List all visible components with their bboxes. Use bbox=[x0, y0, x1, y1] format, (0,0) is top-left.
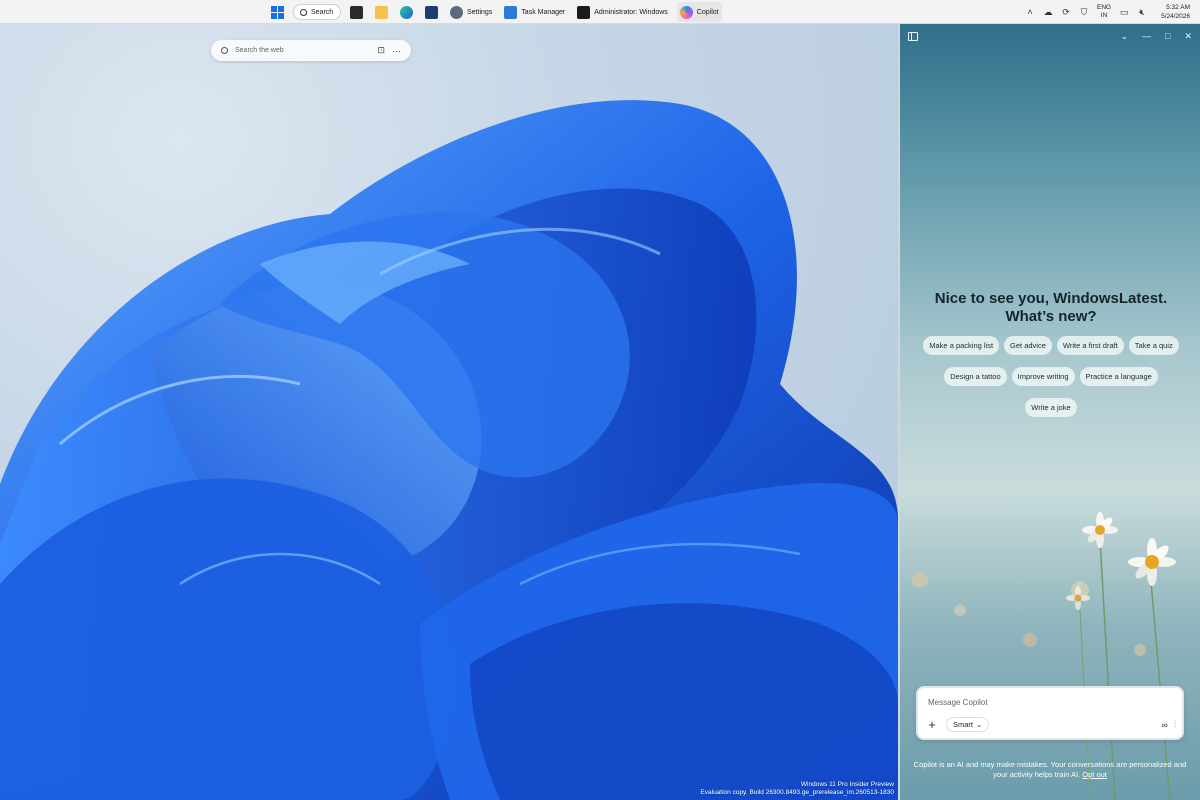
folder-icon bbox=[375, 5, 388, 19]
taskbar-app-settings[interactable]: Settings bbox=[447, 2, 495, 22]
taskbar-app-label: Copilot bbox=[696, 8, 719, 16]
minimize-icon[interactable]: — bbox=[1142, 31, 1151, 41]
gear-icon bbox=[450, 5, 463, 19]
mode-label: Smart bbox=[953, 720, 974, 729]
web-search-box[interactable]: Search the web ⊡ ··· bbox=[211, 40, 411, 61]
web-search-placeholder: Search the web bbox=[235, 47, 284, 54]
edge-icon bbox=[400, 5, 413, 19]
store-button[interactable] bbox=[422, 2, 441, 22]
copilot-icon bbox=[679, 5, 693, 19]
suggestion-chip[interactable]: Improve writing bbox=[1011, 367, 1075, 386]
file-explorer-button[interactable] bbox=[372, 2, 391, 22]
taskbar-app-label: Settings bbox=[467, 8, 493, 16]
chevron-down-icon[interactable]: ⌄ bbox=[1120, 31, 1128, 42]
suggestion-chips: Make a packing list Get advice Write a f… bbox=[910, 336, 1192, 417]
task-view-icon bbox=[350, 5, 363, 19]
taskbar-app-terminal[interactable]: Administrator: Windows bbox=[574, 2, 671, 22]
language-indicator[interactable]: ENG IN bbox=[1097, 4, 1111, 20]
composer-toolbar: + Smart ⌄ ∞ ⫶ bbox=[924, 717, 1176, 732]
more-options-icon[interactable]: ··· bbox=[392, 46, 401, 56]
clock-time: 5:32 AM bbox=[1166, 4, 1190, 11]
region-code: IN bbox=[1100, 12, 1108, 19]
close-icon[interactable]: ✕ bbox=[1184, 31, 1192, 42]
os-watermark: Windows 11 Pro Insider Preview Evaluatio… bbox=[700, 781, 894, 797]
task-manager-icon bbox=[504, 5, 518, 19]
message-composer[interactable]: Message Copilot + Smart ⌄ ∞ ⫶ bbox=[916, 686, 1184, 740]
ai-disclaimer: Copilot is an AI and may make mistakes. … bbox=[912, 760, 1188, 780]
edge-button[interactable] bbox=[397, 2, 416, 22]
suggestion-chip[interactable]: Design a tattoo bbox=[944, 367, 1007, 386]
language-code: ENG bbox=[1096, 4, 1112, 11]
clock[interactable]: 5:32 AM 5/24/2026 bbox=[1161, 3, 1190, 21]
taskbar-search-label: Search bbox=[311, 8, 334, 16]
desktop: Search the web ⊡ ··· Windows 11 Pro Insi… bbox=[0, 24, 898, 800]
volume-muted-icon[interactable]: 🔇︎ bbox=[1137, 7, 1147, 17]
onedrive-icon[interactable]: ☁ bbox=[1043, 7, 1053, 17]
maximize-icon[interactable]: □ bbox=[1165, 31, 1170, 41]
copilot-titlebar: ⌄ — □ ✕ bbox=[900, 24, 1200, 48]
visual-search-icon[interactable]: ⊡ bbox=[377, 45, 385, 56]
taskbar-apps: Search Settings Task Manager Administrat… bbox=[268, 0, 722, 24]
display-icon[interactable]: ▭ bbox=[1119, 7, 1129, 17]
add-icon[interactable]: + bbox=[924, 717, 940, 732]
search-icon bbox=[300, 8, 307, 16]
suggestion-chip[interactable]: Write a joke bbox=[1025, 398, 1077, 417]
watermark-line: Evaluation copy. Build 26300.8493.ge_pre… bbox=[700, 789, 894, 796]
chevron-up-icon[interactable]: ˄ bbox=[1025, 7, 1035, 17]
search-icon bbox=[221, 47, 228, 54]
terminal-icon bbox=[577, 5, 591, 19]
taskbar: Search Settings Task Manager Administrat… bbox=[0, 0, 1200, 24]
taskbar-app-label: Task Manager bbox=[521, 8, 566, 16]
copilot-window: ⌄ — □ ✕ Nice to see you, WindowsLatest. … bbox=[898, 24, 1200, 800]
mode-selector[interactable]: Smart ⌄ bbox=[946, 717, 990, 732]
vision-glasses-icon[interactable]: ∞ bbox=[1161, 720, 1167, 730]
copilot-greeting: Nice to see you, WindowsLatest. What’s n… bbox=[934, 290, 1168, 325]
clock-date: 5/24/2026 bbox=[1161, 13, 1190, 20]
task-view-button[interactable] bbox=[347, 2, 366, 22]
suggestion-chip[interactable]: Write a first draft bbox=[1056, 336, 1124, 355]
sync-icon[interactable]: ⟳ bbox=[1061, 7, 1071, 17]
flowers-background bbox=[912, 512, 1176, 800]
sidebar-toggle-icon[interactable] bbox=[908, 31, 918, 41]
window-controls: ⌄ — □ ✕ bbox=[1120, 31, 1192, 42]
taskbar-search[interactable]: Search bbox=[293, 4, 341, 20]
suggestion-chip[interactable]: Take a quiz bbox=[1128, 336, 1179, 355]
windows-icon bbox=[271, 5, 284, 19]
taskbar-app-task-manager[interactable]: Task Manager bbox=[501, 2, 568, 22]
wallpaper-bloom bbox=[0, 100, 898, 800]
system-tray: ˄ ☁ ⟳ ⛉ ENG IN ▭ 🔇︎ 5:32 AM 5/24/2026 bbox=[1025, 0, 1190, 24]
disclaimer-text: Copilot is an AI and may make mistakes. … bbox=[913, 760, 1187, 779]
watermark-line: Windows 11 Pro Insider Preview bbox=[800, 781, 894, 788]
message-input[interactable]: Message Copilot bbox=[928, 698, 988, 707]
voice-icon[interactable]: ⫶ bbox=[1174, 719, 1176, 730]
security-icon[interactable]: ⛉ bbox=[1079, 7, 1089, 17]
taskbar-app-label: Administrator: Windows bbox=[594, 8, 668, 16]
store-icon bbox=[425, 5, 438, 19]
suggestion-chip[interactable]: Make a packing list bbox=[923, 336, 1000, 355]
start-button[interactable] bbox=[268, 2, 287, 22]
chevron-down-icon: ⌄ bbox=[976, 720, 983, 729]
suggestion-chip[interactable]: Get advice bbox=[1004, 336, 1052, 355]
opt-out-link[interactable]: Opt out bbox=[1082, 770, 1107, 779]
suggestion-chip[interactable]: Practice a language bbox=[1079, 367, 1158, 386]
taskbar-app-copilot[interactable]: Copilot bbox=[676, 2, 722, 22]
